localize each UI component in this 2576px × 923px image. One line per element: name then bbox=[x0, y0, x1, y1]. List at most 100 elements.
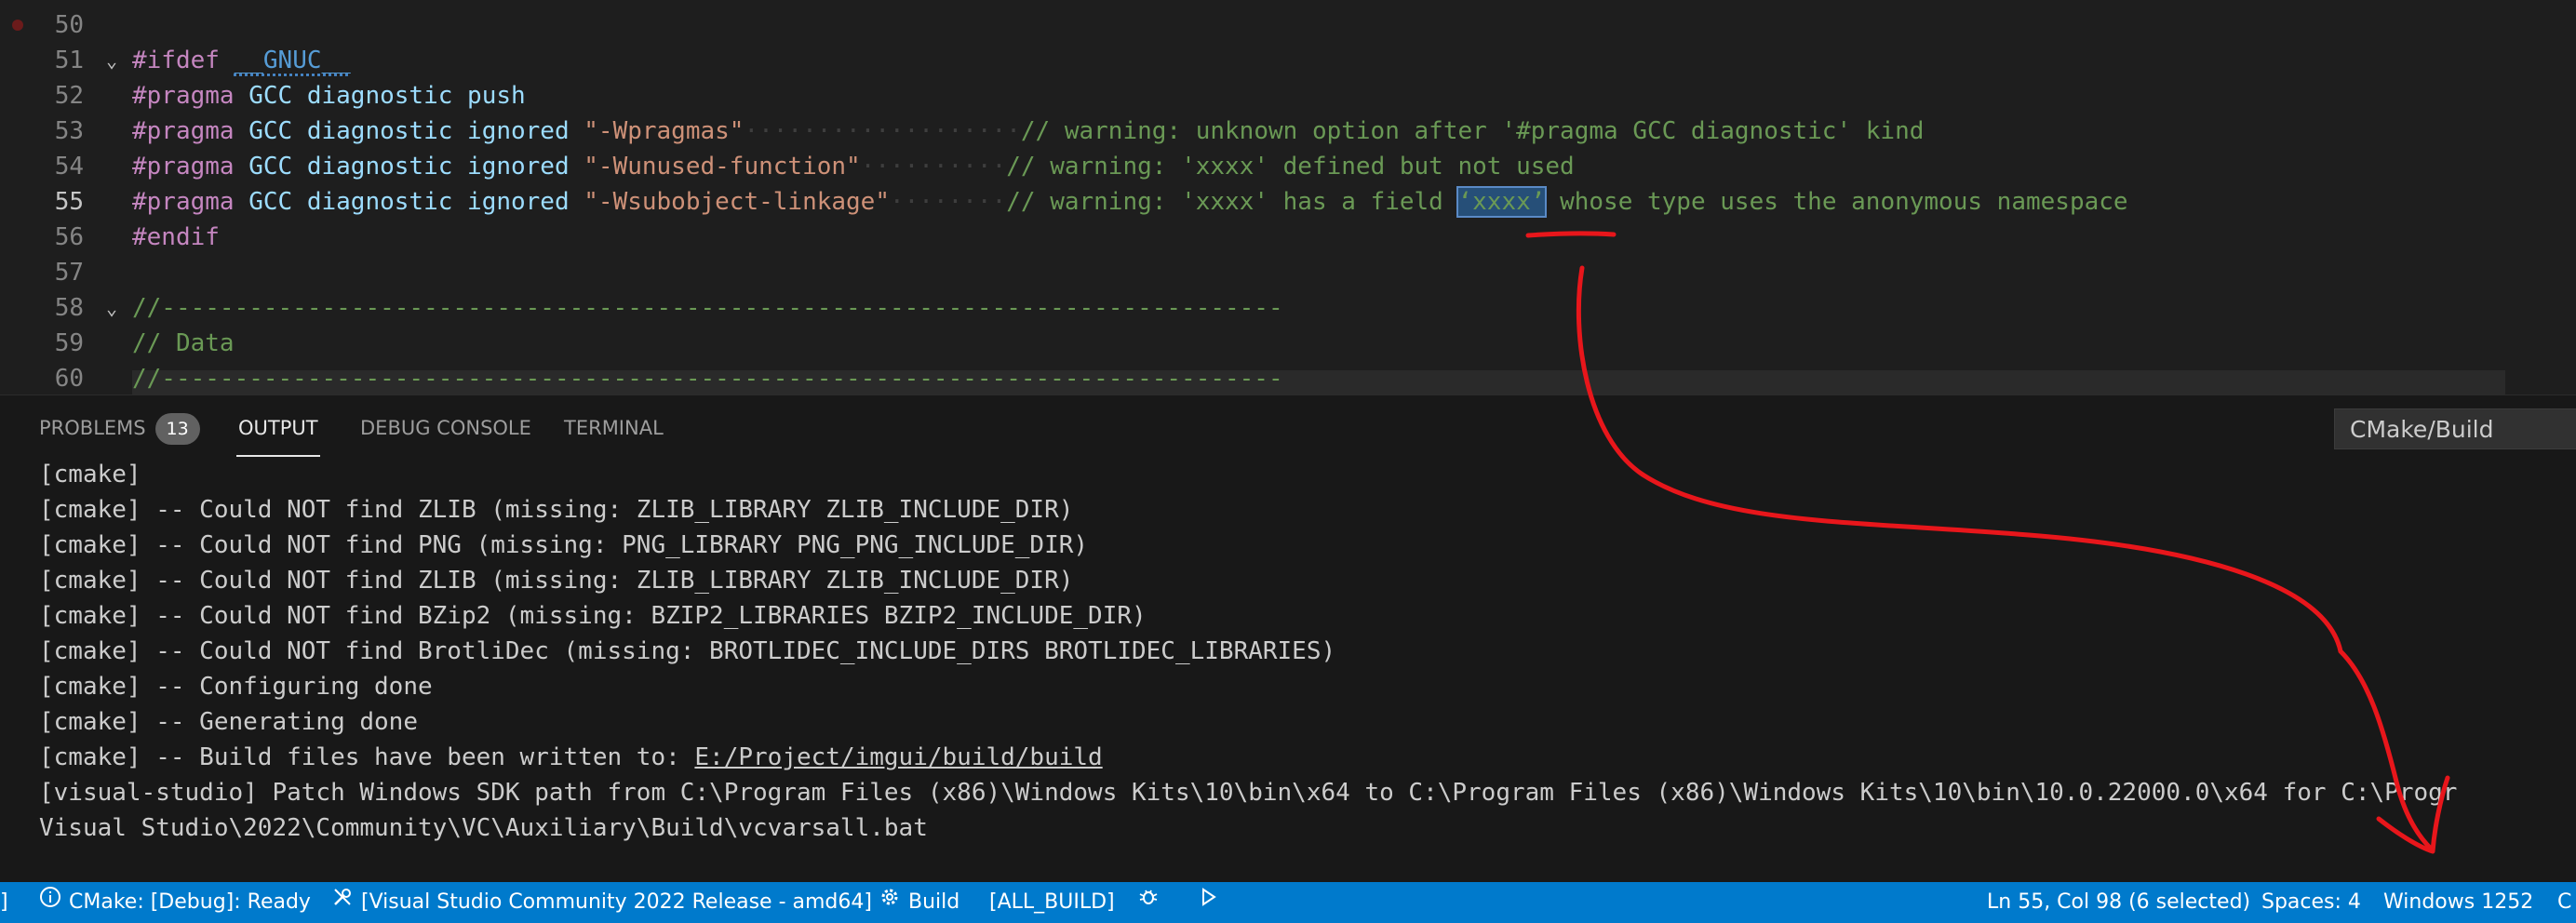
output-line: [cmake] -- Could NOT find ZLIB (missing:… bbox=[39, 496, 1074, 524]
code-token: __GNUC__ bbox=[234, 47, 351, 74]
code-token: // Data bbox=[132, 329, 235, 357]
cursor-position-item[interactable]: Ln 55, Col 98 (6 selected) bbox=[1987, 882, 2250, 923]
code-token: //--------------------------------------… bbox=[132, 365, 1283, 393]
line-number: 60 bbox=[54, 365, 84, 393]
line-number: 58 bbox=[54, 294, 84, 322]
code-editor[interactable]: 50 51 ⌄ #ifdef __GNUC__ 52 #pragma GCC diagno… bbox=[0, 0, 2576, 395]
code-token: whose type uses the anonymous namespace bbox=[1545, 188, 2128, 216]
code-token: // warning: unknown option after '#pragm… bbox=[1020, 117, 1925, 145]
status-edge-right[interactable]: C bbox=[2557, 882, 2571, 923]
line-number: 54 bbox=[54, 153, 84, 181]
panel-tabs: PROBLEMS 13 OUTPUT DEBUG CONSOLE TERMINAL… bbox=[0, 395, 2576, 461]
editor-line[interactable]: 58 ⌄ //-----------------------------------… bbox=[0, 290, 2576, 326]
tab-problems-label: PROBLEMS bbox=[39, 417, 146, 439]
code-token: ·········· bbox=[860, 153, 1007, 181]
tab-output[interactable]: OUTPUT bbox=[236, 395, 320, 461]
tools-icon bbox=[331, 882, 354, 923]
gear-icon bbox=[879, 882, 901, 923]
output-channel-value: CMake/Build bbox=[2350, 416, 2494, 443]
editor-line[interactable]: 53 #pragma GCC diagnostic ignored "-Wprag… bbox=[0, 114, 2576, 149]
code-token: //--------------------------------------… bbox=[132, 294, 1283, 322]
editor-minimap-area[interactable] bbox=[2505, 0, 2576, 395]
play-icon bbox=[1197, 882, 1219, 923]
tab-debug-console[interactable]: DEBUG CONSOLE bbox=[360, 395, 531, 461]
cmake-kit-item[interactable]: [Visual Studio Community 2022 Release - … bbox=[331, 882, 872, 923]
output-line: [cmake] -- Could NOT find BrotliDec (mis… bbox=[39, 637, 1336, 665]
build-button[interactable]: Build bbox=[879, 882, 959, 923]
line-number: 55 bbox=[54, 188, 84, 216]
line-code: //--------------------------------------… bbox=[132, 361, 1283, 395]
code-token: ········ bbox=[890, 188, 1007, 216]
build-target-item[interactable]: [ALL_BUILD] bbox=[989, 882, 1115, 923]
code-token: GCC diagnostic ignored bbox=[248, 188, 570, 216]
indentation-item[interactable]: Spaces: 4 bbox=[2261, 882, 2361, 923]
bug-icon bbox=[1137, 882, 1160, 923]
line-number: 59 bbox=[54, 329, 84, 357]
line-code: // Data bbox=[132, 326, 235, 361]
editor-line[interactable]: 57 bbox=[0, 255, 2576, 290]
editor-line[interactable]: 50 bbox=[0, 7, 2576, 43]
output-line: [cmake] -- Could NOT find PNG (missing: … bbox=[39, 531, 1089, 559]
build-files-text: [cmake] -- Build files have been written… bbox=[39, 743, 695, 771]
code-token: #pragma bbox=[132, 117, 235, 145]
status-edge-left[interactable]: ] bbox=[0, 882, 8, 923]
code-token: #endif bbox=[132, 223, 220, 251]
code-token: ··················· bbox=[744, 117, 1021, 145]
bottom-panel: PROBLEMS 13 OUTPUT DEBUG CONSOLE TERMINAL… bbox=[0, 395, 2576, 883]
tab-terminal[interactable]: TERMINAL bbox=[564, 395, 664, 461]
output-line: [cmake] -- Generating done bbox=[39, 708, 418, 736]
line-code: #ifdef __GNUC__ bbox=[132, 43, 351, 78]
output-channel-select[interactable]: CMake/Build bbox=[2334, 408, 2576, 449]
editor-line[interactable]: 52 #pragma GCC diagnostic push bbox=[0, 78, 2576, 114]
encoding-item[interactable]: Windows 1252 bbox=[2383, 882, 2533, 923]
line-code: #endif bbox=[132, 220, 220, 255]
build-path-link[interactable]: E:/Project/imgui/build/build bbox=[694, 743, 1102, 771]
line-code: #pragma GCC diagnostic ignored "-Wunused… bbox=[132, 149, 1575, 184]
debug-button[interactable] bbox=[1137, 882, 1167, 923]
fold-chevron-down-icon[interactable]: ⌄ bbox=[101, 43, 123, 78]
line-number: 50 bbox=[54, 11, 84, 39]
editor-line[interactable]: 54 #pragma GCC diagnostic ignored "-Wunus… bbox=[0, 149, 2576, 184]
output-line: [cmake] -- Could NOT find BZip2 (missing… bbox=[39, 602, 1147, 630]
tab-terminal-label: TERMINAL bbox=[564, 417, 664, 439]
editor-line[interactable]: 59 // Data bbox=[0, 326, 2576, 361]
output-line: [visual-studio] Patch Windows SDK path f… bbox=[39, 779, 2458, 807]
code-token: // warning: 'xxxx' has a field bbox=[1006, 188, 1458, 216]
code-token: "-Wsubobject-linkage" bbox=[584, 188, 890, 216]
cmake-status-item[interactable]: CMake: [Debug]: Ready bbox=[39, 882, 311, 923]
editor-line[interactable]: 60 //------------------------------------… bbox=[0, 361, 2576, 395]
output-line: Visual Studio\2022\Community\VC\Auxiliar… bbox=[39, 814, 928, 842]
line-code: //--------------------------------------… bbox=[132, 290, 1283, 326]
code-token: GCC diagnostic ignored bbox=[248, 117, 570, 145]
line-code: #pragma GCC diagnostic push bbox=[132, 78, 526, 114]
editor-line[interactable]: 51 ⌄ #ifdef __GNUC__ bbox=[0, 43, 2576, 78]
line-code: #pragma GCC diagnostic ignored "-Wpragma… bbox=[132, 114, 1924, 149]
output-line: [cmake] -- Configuring done bbox=[39, 673, 433, 701]
code-token: "-Wpragmas" bbox=[584, 117, 745, 145]
run-button[interactable] bbox=[1197, 882, 1227, 923]
cmake-status-label: CMake: [Debug]: Ready bbox=[69, 890, 311, 914]
line-number: 51 bbox=[54, 47, 84, 74]
status-bar: ] CMake: [Debug]: Ready [Visual Studio C… bbox=[0, 882, 2576, 923]
info-icon bbox=[39, 882, 61, 923]
output-line: [cmake] -- Build files have been written… bbox=[39, 740, 2570, 775]
code-token: #pragma bbox=[132, 188, 235, 216]
editor-line[interactable]: 56 #endif bbox=[0, 220, 2576, 255]
output-log[interactable]: [cmake] [cmake] -- Could NOT find ZLIB (m… bbox=[39, 457, 2570, 846]
line-code: #pragma GCC diagnostic ignored "-Wsubobj… bbox=[132, 184, 2128, 220]
selected-text: ‘xxxx’ bbox=[1456, 186, 1548, 218]
line-number: 56 bbox=[54, 223, 84, 251]
tab-problems[interactable]: PROBLEMS 13 bbox=[39, 395, 200, 461]
editor-line[interactable]: 55 #pragma GCC diagnostic ignored "-Wsubo… bbox=[0, 184, 2576, 220]
code-token: #pragma bbox=[132, 82, 235, 110]
code-token: // warning: 'xxxx' defined but not used bbox=[1006, 153, 1575, 181]
fold-chevron-down-icon[interactable]: ⌄ bbox=[101, 290, 123, 326]
tab-debug-console-label: DEBUG CONSOLE bbox=[360, 417, 531, 439]
